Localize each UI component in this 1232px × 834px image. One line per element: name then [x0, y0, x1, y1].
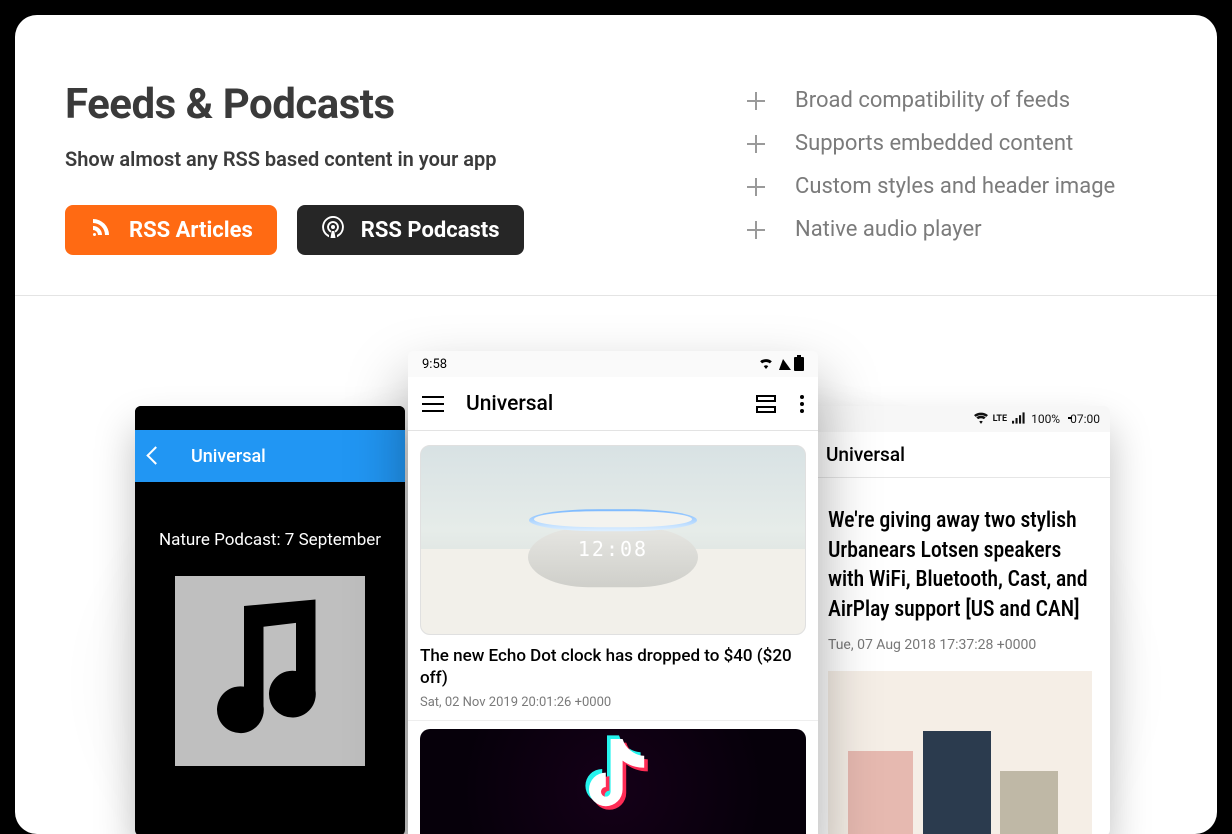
- feed-card[interactable]: 12:08 The new Echo Dot clock has dropped…: [408, 431, 818, 721]
- feed-card-date: Sat, 02 Nov 2019 20:01:26 +0000: [420, 695, 806, 710]
- feed-card[interactable]: [408, 721, 818, 834]
- feature-list: Broad compatibility of feeds Supports em…: [747, 88, 1167, 255]
- article-title: We're giving away two stylish Urbanears …: [810, 478, 1110, 631]
- more-icon[interactable]: [800, 395, 804, 413]
- signal-icon: [777, 359, 791, 370]
- appbar-title: Universal: [466, 392, 553, 416]
- battery-icon: [794, 357, 804, 371]
- status-icons: [758, 356, 804, 373]
- header: Feeds & Podcasts Show almost any RSS bas…: [15, 15, 1217, 295]
- appbar: Universal: [810, 432, 1110, 478]
- podcast-title: Nature Podcast: 7 September: [135, 482, 405, 576]
- appbar: Universal: [408, 377, 818, 431]
- wifi-icon: [974, 412, 988, 427]
- feature-text: Broad compatibility of feeds: [795, 88, 1070, 113]
- statusbar: LTE 100% 07:00: [810, 406, 1110, 432]
- net-label: LTE: [993, 414, 1008, 424]
- rss-podcasts-button[interactable]: RSS Podcasts: [297, 205, 524, 255]
- speaker-shape: [923, 731, 991, 834]
- article-date: Tue, 07 Aug 2018 17:37:28 +0000: [810, 631, 1110, 671]
- button-row: RSS Articles RSS Podcasts: [65, 205, 524, 255]
- rss-podcasts-label: RSS Podcasts: [361, 218, 500, 243]
- page-subtitle: Show almost any RSS based content in you…: [65, 147, 524, 171]
- feature-card: Feeds & Podcasts Show almost any RSS bas…: [15, 15, 1217, 834]
- rss-articles-label: RSS Articles: [129, 218, 253, 243]
- feed-card-title: The new Echo Dot clock has dropped to $4…: [420, 645, 806, 689]
- appbar-title: Universal: [191, 446, 266, 467]
- statusbar: [135, 406, 405, 430]
- appbar-title: Universal: [826, 443, 905, 466]
- plus-icon: [747, 135, 765, 153]
- feature-text: Custom styles and header image: [795, 174, 1115, 199]
- echo-dot-illustration: 12:08: [528, 510, 698, 588]
- feed-card-image: 12:08: [420, 445, 806, 635]
- appbar: Universal: [135, 430, 405, 482]
- tiktok-icon: [553, 729, 673, 834]
- feed-card-image: [420, 729, 806, 834]
- layout-icon[interactable]: [756, 395, 776, 413]
- podcast-cover: [175, 576, 365, 766]
- header-left: Feeds & Podcasts Show almost any RSS bas…: [65, 80, 524, 255]
- feature-item: Native audio player: [747, 217, 1167, 242]
- back-icon[interactable]: [149, 446, 169, 466]
- phone-article: LTE 100% 07:00 Universal We're giving aw…: [810, 406, 1110, 834]
- status-time: 9:58: [422, 357, 447, 372]
- podcast-icon: [321, 215, 345, 245]
- speaker-shape: [1000, 771, 1058, 834]
- mockup-stage: Universal Nature Podcast: 7 September LT…: [15, 296, 1217, 816]
- signal-icon: [1012, 412, 1026, 427]
- plus-icon: [747, 178, 765, 196]
- phone-feed: 9:58 Universal: [408, 351, 818, 834]
- feature-text: Native audio player: [795, 217, 982, 242]
- feature-item: Supports embedded content: [747, 131, 1167, 156]
- feature-item: Custom styles and header image: [747, 174, 1167, 199]
- phone-podcast: Universal Nature Podcast: 7 September: [135, 406, 405, 834]
- statusbar: 9:58: [408, 351, 818, 377]
- wifi-icon: [758, 356, 774, 373]
- rss-icon: [89, 215, 113, 245]
- music-note-icon: [175, 576, 365, 766]
- plus-icon: [747, 92, 765, 110]
- menu-icon[interactable]: [422, 396, 444, 412]
- battery-text: 100%: [1031, 412, 1060, 426]
- page-title: Feeds & Podcasts: [65, 80, 524, 129]
- echo-clock: 12:08: [528, 538, 698, 562]
- feature-item: Broad compatibility of feeds: [747, 88, 1167, 113]
- plus-icon: [747, 221, 765, 239]
- article-image: [828, 671, 1092, 834]
- feature-text: Supports embedded content: [795, 131, 1073, 156]
- rss-articles-button[interactable]: RSS Articles: [65, 205, 277, 255]
- speaker-shape: [848, 751, 913, 834]
- status-time: 07:00: [1070, 412, 1100, 426]
